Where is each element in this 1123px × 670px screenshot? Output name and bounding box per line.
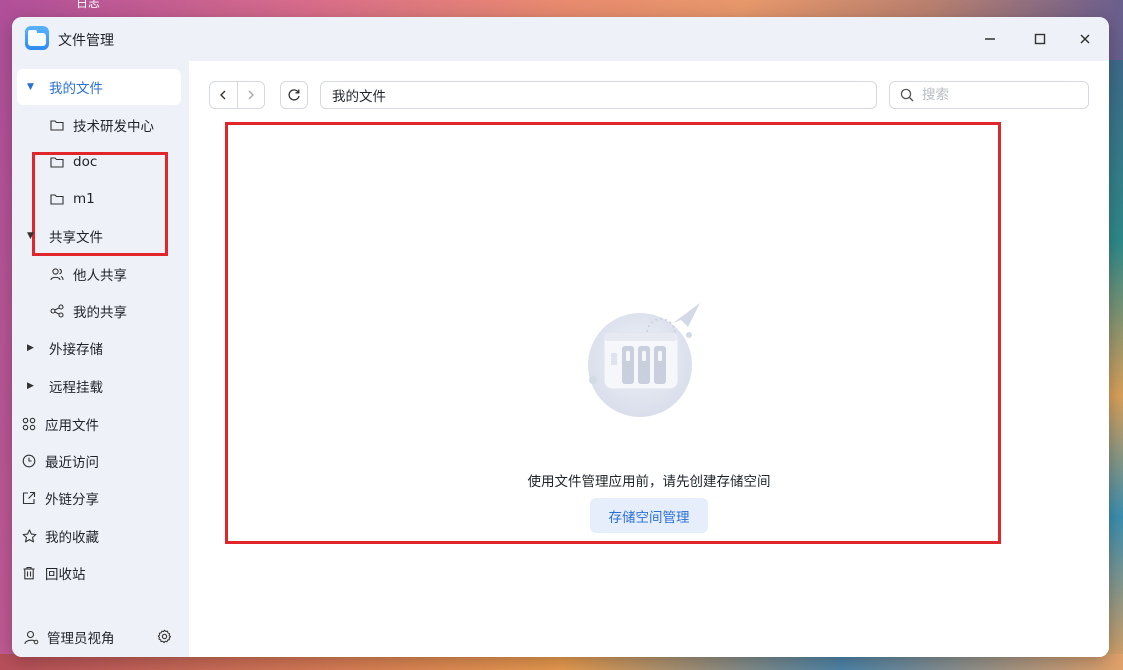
desktop-label: 日志: [76, 0, 101, 10]
sidebar-item-external-links[interactable]: 外链分享: [17, 480, 181, 516]
sidebar-item-folder[interactable]: 技术研发中心: [17, 107, 181, 143]
forward-button[interactable]: [238, 82, 265, 108]
search-input[interactable]: [922, 87, 1072, 103]
caret-down-icon: ▼: [27, 82, 34, 92]
clock-icon: [21, 453, 37, 469]
sidebar-item-label: 我的文件: [49, 81, 103, 97]
sidebar-item-external-storage[interactable]: ▶ 外接存储: [17, 330, 181, 366]
storage-illustration: [569, 283, 719, 437]
sidebar-item-label: 我的共享: [73, 305, 127, 321]
maximize-icon: [1034, 33, 1046, 45]
sidebar-item-favorites[interactable]: 我的收藏: [17, 518, 181, 554]
refresh-button[interactable]: [280, 81, 308, 109]
sidebar-item-my-files[interactable]: ▼ 我的文件: [17, 69, 181, 105]
admin-view-label: 管理员视角: [47, 631, 115, 647]
sidebar-item-label: 应用文件: [45, 418, 99, 434]
minimize-button[interactable]: [979, 28, 1001, 50]
sidebar-item-label: 回收站: [45, 567, 86, 583]
trash-icon: [21, 565, 37, 581]
chevron-right-icon: [248, 90, 254, 100]
sidebar-item-shared-files[interactable]: ▼ 共享文件: [17, 218, 181, 254]
share-icon: [49, 303, 65, 319]
history-nav: [209, 81, 265, 109]
caret-right-icon: ▶: [27, 343, 34, 353]
sidebar-item-my-shares[interactable]: 我的共享: [17, 293, 181, 329]
title-bar: 文件管理: [12, 17, 1109, 61]
refresh-icon: [288, 89, 300, 101]
star-icon: [21, 528, 37, 544]
sidebar-item-recent[interactable]: 最近访问: [17, 443, 181, 479]
empty-state-message: 使用文件管理应用前，请先创建存储空间: [527, 474, 771, 490]
apps-icon: [21, 416, 37, 432]
sidebar-item-app-files[interactable]: 应用文件: [17, 406, 181, 442]
search-icon: [900, 88, 914, 102]
sidebar-item-label: 共享文件: [49, 230, 103, 246]
users-icon: [49, 266, 65, 282]
settings-gear-icon[interactable]: [157, 629, 172, 648]
search-box[interactable]: [889, 81, 1089, 109]
window-title: 文件管理: [58, 33, 114, 49]
sidebar-item-recycle-bin[interactable]: 回收站: [17, 555, 181, 591]
admin-user-icon: [24, 630, 39, 645]
main-content: 我的文件 搜索 使用文件管理应用前，请先创建存储空间 存储空间管理: [189, 61, 1109, 657]
sidebar-item-label: 他人共享: [73, 268, 127, 284]
folder-app-icon: [25, 26, 49, 50]
external-link-icon: [21, 490, 37, 506]
sidebar-item-label: 最近访问: [45, 455, 99, 471]
caret-right-icon: ▶: [27, 381, 34, 391]
minimize-icon: [985, 38, 995, 40]
maximize-button[interactable]: [1029, 28, 1051, 50]
sidebar-item-label: 外链分享: [45, 492, 99, 508]
path-bar[interactable]: 我的文件: [320, 81, 877, 109]
close-icon: [1080, 34, 1090, 44]
sidebar-item-shared-by-others[interactable]: 他人共享: [17, 256, 181, 292]
back-button[interactable]: [210, 82, 238, 108]
sidebar-item-label: 我的收藏: [45, 530, 99, 546]
sidebar: ▼ 我的文件 技术研发中心 doc m1 ▼ 共享文件 他人共享 我的共享 ▶ …: [12, 61, 189, 657]
storage-management-button[interactable]: 存储空间管理: [590, 498, 708, 533]
sidebar-item-label: 外接存储: [49, 342, 103, 358]
file-manager-window: 文件管理 ▼ 我的文件 技术研发中心 doc m1 ▼ 共享文件 他人共享 我的…: [12, 17, 1109, 657]
admin-view-button[interactable]: 管理员视角: [24, 627, 115, 647]
sidebar-item-remote-mount[interactable]: ▶ 远程挂载: [17, 368, 181, 404]
caret-down-icon: ▼: [27, 231, 34, 241]
chevron-left-icon: [220, 90, 226, 100]
desktop-wallpaper-right: [1107, 60, 1123, 670]
sidebar-item-label: 技术研发中心: [73, 119, 154, 135]
sidebar-item-label: 远程挂载: [49, 380, 103, 396]
close-button[interactable]: [1074, 28, 1096, 50]
folder-icon: [49, 117, 65, 133]
